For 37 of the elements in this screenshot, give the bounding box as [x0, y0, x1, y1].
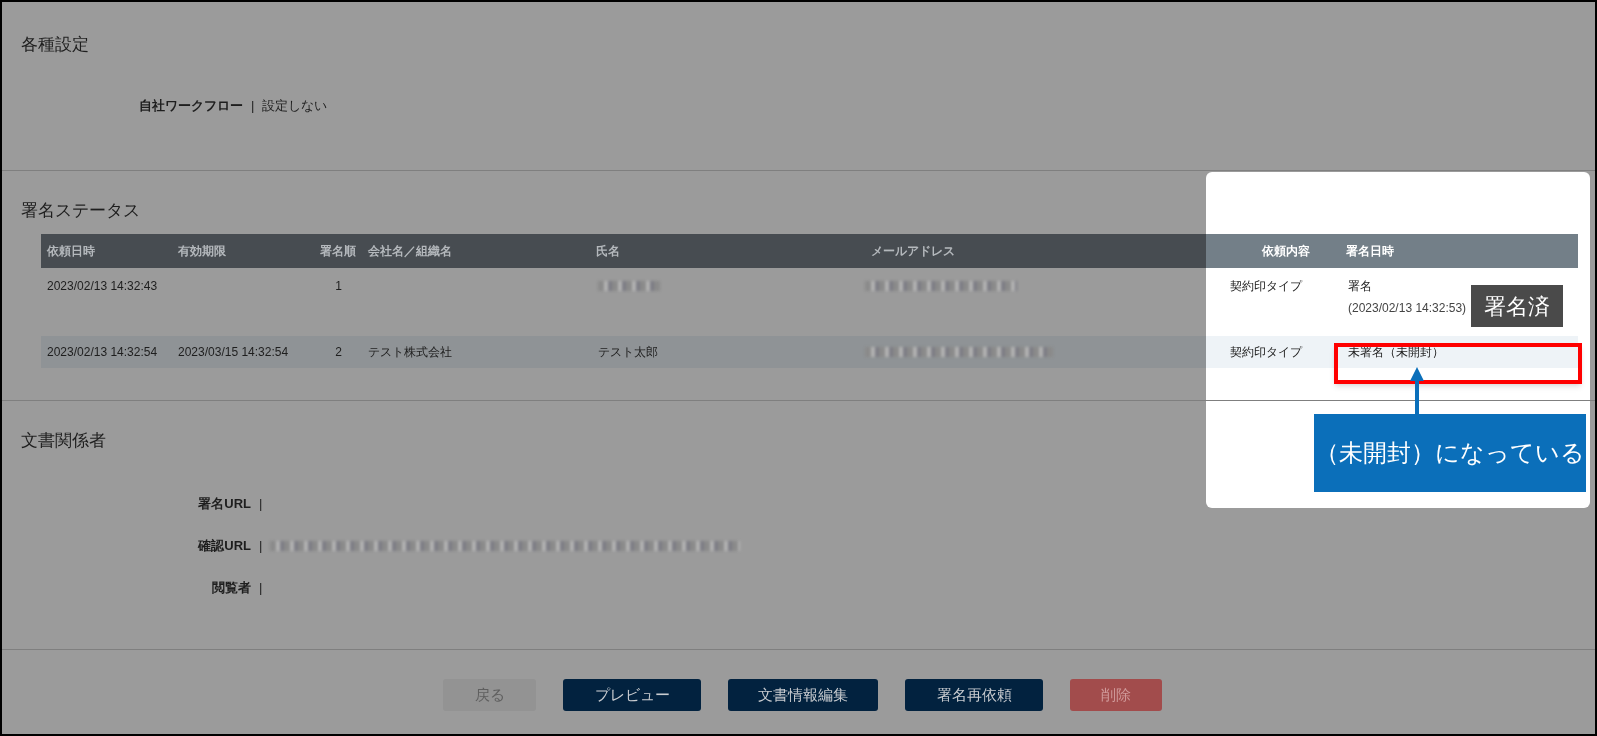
section-title: 署名ステータス	[21, 200, 140, 222]
field-label: 閲覧者	[211, 578, 251, 597]
table-cell-text: 1	[335, 277, 342, 295]
field-label: 署名URL	[197, 494, 251, 513]
table-cell-text: 契約印タイプ	[1230, 343, 1302, 361]
field-value: 設定しない	[262, 96, 328, 115]
column-header: 依頼日時	[41, 233, 172, 268]
signed-date: (2023/02/13 14:32:53)	[1348, 299, 1467, 317]
column-header: 氏名	[590, 233, 865, 268]
action-button[interactable]: 署名再依頼	[905, 679, 1043, 711]
separator: |	[259, 494, 263, 513]
table-cell-text: 2	[335, 343, 342, 361]
signature-status: 署名	[1348, 277, 1373, 295]
section-title: 各種設定	[21, 34, 89, 56]
separator: |	[259, 536, 263, 555]
table-cell-text: テスト太郎	[598, 343, 658, 361]
table-cell-text: テスト株式会社	[368, 343, 452, 361]
column-header: メールアドレス	[865, 233, 1206, 268]
arrow-icon	[1409, 367, 1425, 415]
separator: |	[259, 578, 263, 597]
column-header: 署名順	[305, 233, 362, 268]
column-header: 署名日時	[1340, 233, 1578, 268]
section-title: 文書関係者	[21, 430, 106, 452]
separator: |	[251, 96, 255, 115]
column-header: 有効期限	[172, 233, 305, 268]
column-header: 会社名／組織名	[362, 233, 590, 268]
action-button[interactable]: プレビュー	[563, 679, 701, 711]
column-header: 依頼内容	[1206, 233, 1340, 268]
action-button[interactable]: 文書情報編集	[728, 679, 878, 711]
field-label: 自社ワークフロー	[138, 96, 243, 115]
status-badge: 署名済	[1471, 285, 1563, 327]
table-cell-text: 2023/02/13 14:32:43	[47, 277, 158, 295]
table-cell-text: 契約印タイプ	[1230, 277, 1302, 295]
field-label: 確認URL	[196, 536, 251, 555]
callout-label: （未開封）になっている	[1314, 414, 1586, 492]
table-cell-text: 2023/03/15 14:32:54	[178, 343, 289, 361]
table-cell-text: 2023/02/13 14:32:54	[47, 343, 158, 361]
